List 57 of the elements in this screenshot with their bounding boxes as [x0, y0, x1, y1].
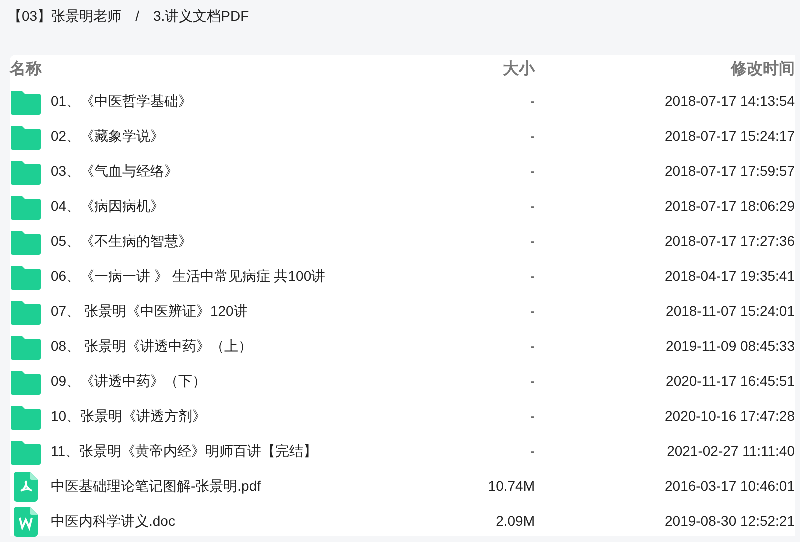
folder-name[interactable]: 07、 张景明《中医辨证》120讲 — [51, 301, 248, 322]
file-size: - — [529, 372, 535, 391]
modified-time: 2016-03-17 10:46:01 — [664, 477, 795, 496]
file-size: - — [529, 407, 535, 426]
modified-time: 2018-11-07 15:24:01 — [665, 302, 795, 321]
file-size: - — [529, 92, 535, 111]
file-size: - — [529, 337, 535, 356]
column-header[interactable]: 名称 — [10, 58, 435, 82]
folder-name[interactable]: 09、《讲透中药》（下） — [51, 371, 207, 392]
file-size: 10.74M — [487, 477, 535, 496]
file-size: - — [529, 232, 535, 251]
file-size: - — [529, 302, 535, 321]
pdf-file-icon — [14, 472, 38, 502]
file-size: 2.09M — [495, 512, 535, 531]
modified-time: 2018-07-17 15:24:17 — [664, 127, 795, 146]
folder-name[interactable]: 05、《不生病的智慧》 — [51, 231, 193, 252]
breadcrumb-link[interactable]: 【03】张景明老师 — [8, 6, 122, 26]
folder-icon — [11, 194, 41, 220]
file-size: - — [529, 197, 535, 216]
modified-time: 2019-08-30 12:52:21 — [664, 512, 795, 531]
folder-name[interactable]: 06、《一病一讲 》 生活中常见病症 共100讲 — [51, 266, 326, 287]
file-size: - — [529, 162, 535, 181]
folder-name[interactable]: 03、《气血与经络》 — [51, 161, 179, 182]
modified-time: 2018-04-17 19:35:41 — [664, 267, 795, 286]
folder-icon — [11, 228, 41, 254]
file-size: - — [529, 127, 535, 146]
file-name[interactable]: 中医基础理论笔记图解-张景明.pdf — [51, 476, 262, 497]
modified-time: 2020-11-17 16:45:51 — [665, 372, 795, 391]
modified-time: 2021-02-27 11:11:40 — [666, 442, 795, 461]
folder-icon — [11, 438, 41, 464]
column-header[interactable]: 修改时间 — [535, 58, 795, 82]
folder-icon — [11, 368, 41, 394]
breadcrumb-separator: / — [136, 6, 140, 26]
folder-name[interactable]: 08、 张景明《讲透中药》（上） — [51, 336, 252, 357]
folder-name[interactable]: 04、《病因病机》 — [51, 196, 165, 217]
modified-time: 2020-10-16 17:47:28 — [664, 407, 795, 426]
folder-icon — [11, 298, 41, 324]
modified-time: 2019-11-09 08:45:33 — [665, 337, 795, 356]
folder-icon — [11, 404, 41, 430]
modified-time: 2018-07-17 17:59:57 — [664, 162, 795, 181]
modified-time: 2018-07-17 18:06:29 — [664, 197, 795, 216]
file-size: - — [529, 442, 535, 461]
folder-icon — [11, 88, 41, 114]
folder-name[interactable]: 02、《藏象学说》 — [51, 126, 165, 147]
file-name[interactable]: 中医内科学讲义.doc — [51, 511, 176, 532]
modified-time: 2018-07-17 17:27:36 — [664, 232, 795, 251]
breadcrumb-link[interactable]: 3.讲义文档PDF — [153, 6, 250, 26]
folder-icon — [11, 334, 41, 360]
modified-time: 2018-07-17 14:13:54 — [664, 92, 795, 111]
folder-icon — [11, 158, 41, 184]
column-header[interactable]: 大小 — [435, 58, 535, 82]
folder-icon — [11, 264, 41, 290]
file-size: - — [529, 267, 535, 286]
folder-icon — [11, 124, 41, 150]
folder-name[interactable]: 10、张景明《讲透方剂》 — [51, 406, 207, 427]
folder-name[interactable]: 11、张景明《黄帝内经》明师百讲【完结】 — [51, 441, 318, 462]
folder-name[interactable]: 01、《中医哲学基础》 — [51, 91, 193, 112]
